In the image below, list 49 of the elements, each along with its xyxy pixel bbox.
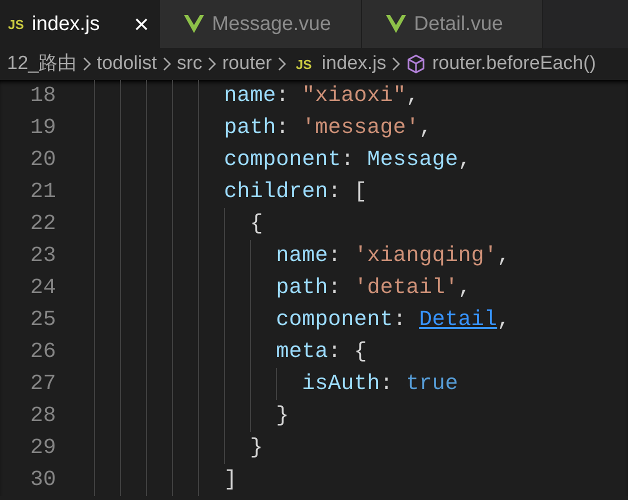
code-line: meta: { [275, 338, 368, 366]
line-number: 28 [29, 402, 56, 430]
code-line: name: 'xiangqing', [275, 242, 510, 270]
code-line: component: Detail, [275, 306, 510, 334]
chevron-right-icon [392, 57, 400, 71]
line-number: 20 [29, 146, 56, 174]
line-number: 18 [29, 82, 56, 110]
editor-tab[interactable]: Message.vue [160, 0, 362, 48]
breadcrumb-item[interactable]: todolist [96, 50, 157, 78]
line-number: 29 [29, 434, 56, 462]
code-line: path: 'message', [223, 114, 432, 142]
breadcrumb-item[interactable]: index.js [322, 50, 386, 78]
tab-label: Message.vue [212, 12, 332, 37]
tab-label: index.js [32, 12, 101, 37]
line-number: 22 [29, 210, 56, 238]
editor-tab[interactable]: JS index.js × [0, 0, 160, 48]
line-number: 30 [29, 466, 56, 494]
chevron-right-icon [162, 57, 171, 71]
code-line: name: "xiaoxi", [223, 82, 420, 110]
chevron-right-icon [82, 57, 91, 71]
code-line: ] [223, 466, 238, 494]
line-number: 27 [29, 370, 56, 398]
code-line: } [275, 402, 290, 430]
code-line: } [249, 434, 264, 462]
code-line: component: Message, [223, 146, 472, 174]
code-line: path: 'detail', [275, 274, 472, 302]
breadcrumb-item[interactable]: 12_路由 [7, 50, 77, 78]
js-file-icon: JS [8, 18, 24, 30]
code-line: isAuth: true [301, 370, 458, 398]
cube-icon [406, 54, 426, 74]
close-button[interactable]: × [134, 11, 149, 37]
code-line: children: [ [223, 178, 368, 206]
line-number: 24 [29, 274, 56, 302]
breadcrumb-item[interactable]: src [176, 50, 202, 78]
line-number: 19 [29, 114, 56, 142]
vue-logo-icon [184, 15, 204, 33]
vue-logo-icon [386, 15, 406, 33]
js-file-icon: JS [296, 58, 312, 70]
editor-tab[interactable]: Detail.vue [362, 0, 543, 48]
breadcrumb-item[interactable]: router [222, 50, 272, 78]
code-line: { [249, 210, 264, 238]
breadcrumb-item[interactable]: router.beforeEach() [432, 50, 596, 78]
line-number: 21 [29, 178, 56, 206]
tab-label: Detail.vue [414, 12, 504, 37]
line-number: 26 [29, 338, 56, 366]
chevron-right-icon [208, 57, 216, 71]
line-number: 25 [29, 306, 56, 334]
chevron-right-icon [278, 57, 286, 71]
line-number: 23 [29, 242, 56, 270]
